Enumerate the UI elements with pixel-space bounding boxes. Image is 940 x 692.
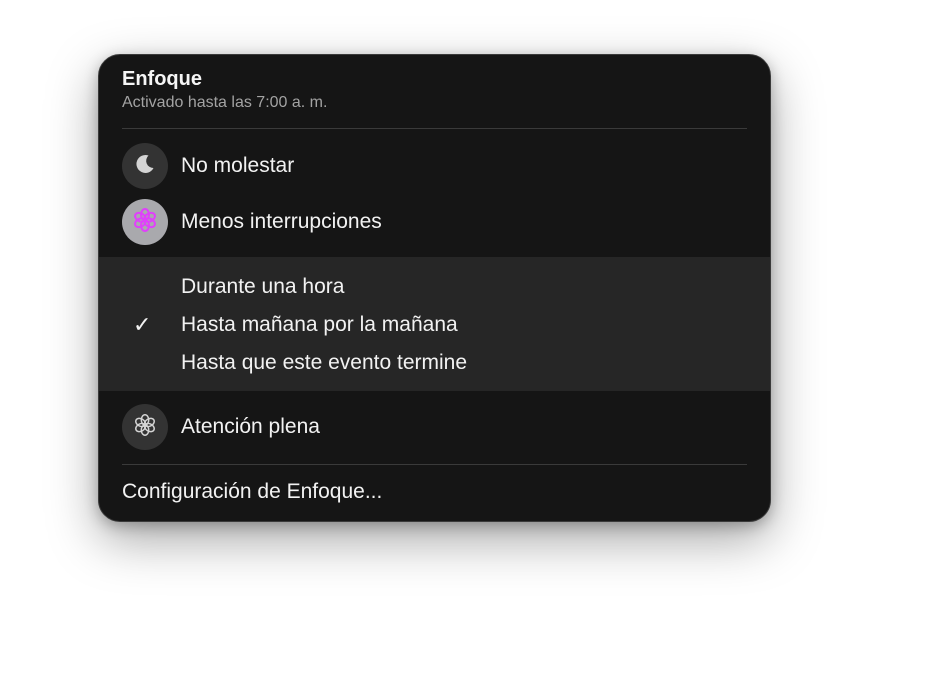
mode-label: No molestar	[181, 154, 295, 177]
desktop-background: Enfoque Activado hasta las 7:00 a. m. No…	[0, 0, 940, 692]
mindfulness-flower-icon	[132, 412, 158, 443]
focus-status: Activado hasta las 7:00 a. m.	[122, 94, 328, 111]
duration-option-until-tomorrow[interactable]: ✓ Hasta mañana por la mañana	[99, 307, 770, 343]
duration-label: Hasta mañana por la mañana	[181, 313, 458, 336]
header-divider	[122, 128, 747, 129]
mindfulness-toggle[interactable]	[122, 404, 168, 450]
do-not-disturb-toggle[interactable]	[122, 143, 168, 189]
focus-title: Enfoque	[122, 68, 202, 90]
moon-icon	[133, 152, 157, 181]
focus-menu-panel: Enfoque Activado hasta las 7:00 a. m. No…	[98, 54, 771, 522]
focus-header: Enfoque Activado hasta las 7:00 a. m.	[122, 67, 327, 114]
checkmark-icon: ✓	[133, 312, 152, 337]
duration-label: Hasta que este evento termine	[181, 351, 468, 374]
duration-label: Durante una hora	[181, 275, 345, 298]
mode-item-mindfulness[interactable]: Atención plena	[99, 404, 770, 450]
flower-icon	[131, 206, 159, 239]
mode-item-do-not-disturb[interactable]: No molestar	[99, 143, 770, 189]
footer-divider	[122, 464, 747, 465]
duration-submenu: Durante una hora ✓ Hasta mañana por la m…	[99, 257, 770, 391]
duration-option-event-end[interactable]: Hasta que este evento termine	[99, 345, 770, 381]
mode-item-fewer-interruptions[interactable]: Menos interrupciones	[99, 199, 770, 245]
mode-label: Atención plena	[181, 415, 320, 438]
mode-label: Menos interrupciones	[181, 210, 382, 233]
focus-settings-link[interactable]: Configuración de Enfoque...	[122, 480, 382, 504]
fewer-interruptions-toggle[interactable]	[122, 199, 168, 245]
duration-option-one-hour[interactable]: Durante una hora	[99, 269, 770, 305]
